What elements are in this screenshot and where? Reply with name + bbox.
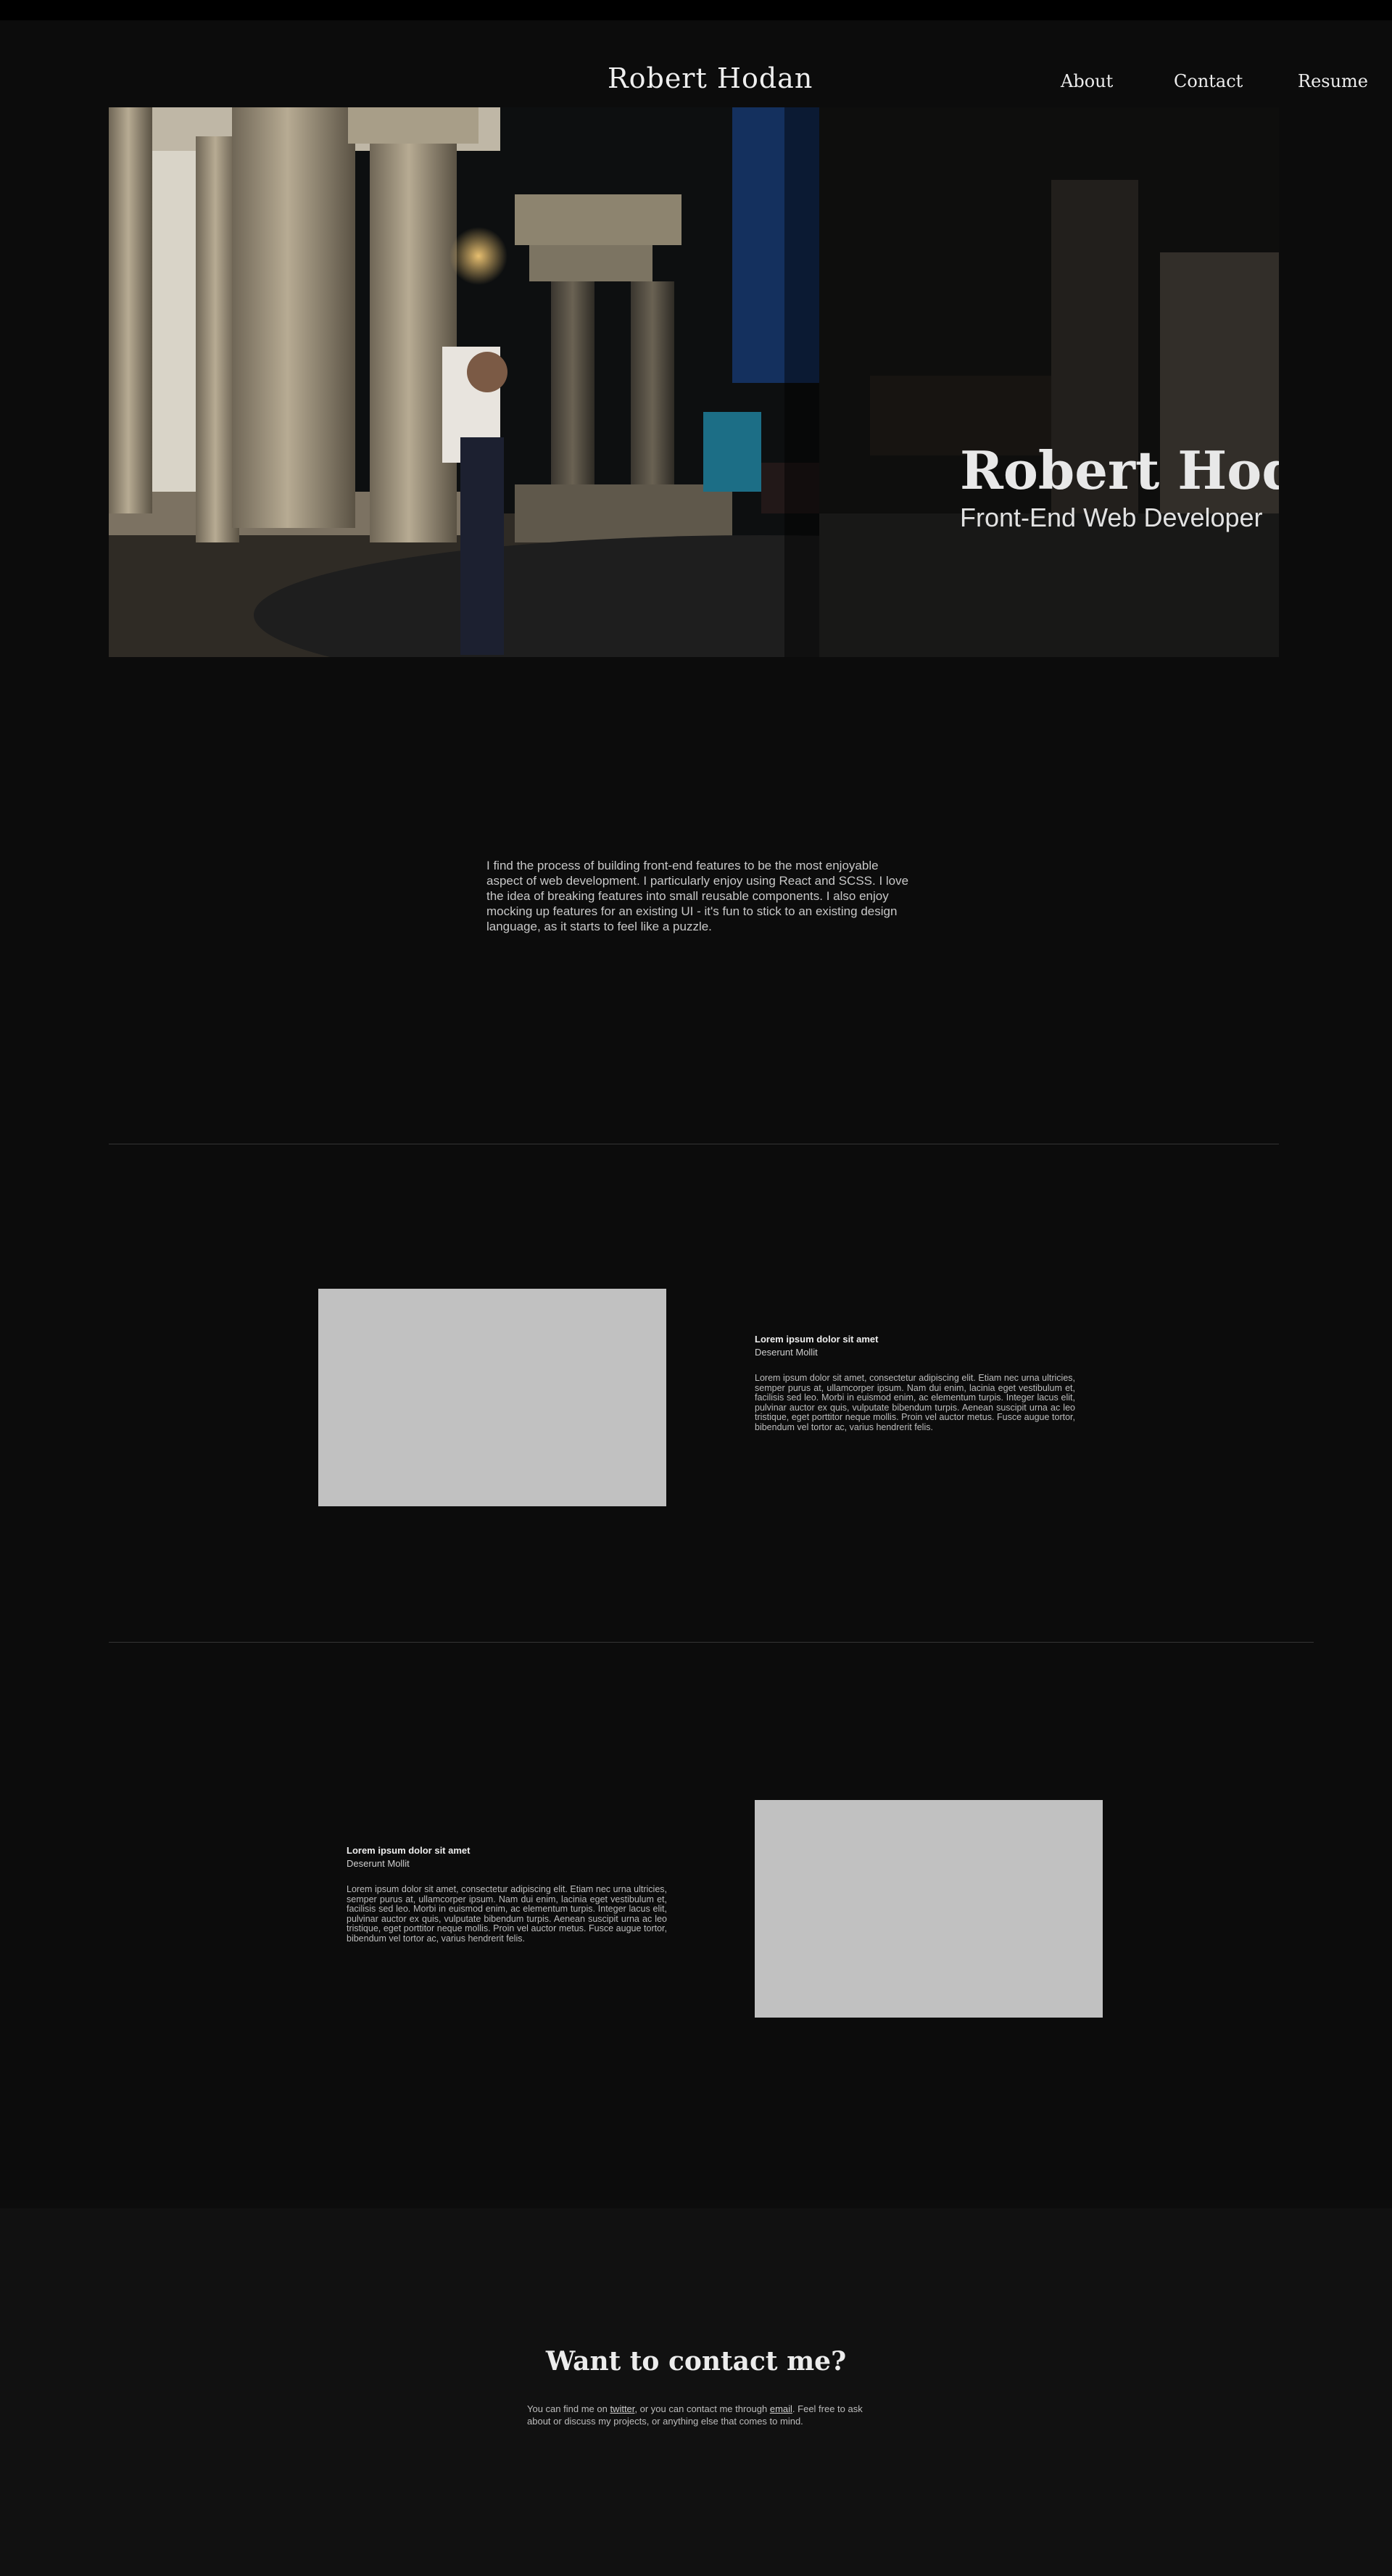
hero-banner: Robert Hodan Front-End Web Developer [109, 107, 1279, 657]
contact-section: Want to contact me? You can find me on t… [0, 2208, 1392, 2576]
project-description: Lorem ipsum dolor sit amet, consectetur … [755, 1373, 1075, 1432]
project-card: Lorem ipsum dolor sit amet Deserunt Moll… [347, 1844, 667, 1944]
section-divider [109, 1642, 1314, 1643]
project-subtitle: Deserunt Mollit [755, 1347, 818, 1358]
twitter-link[interactable]: twitter [610, 2403, 634, 2414]
contact-text: You can find me on twitter, or you can c… [527, 2403, 863, 2427]
site-header: Robert Hodan About Contact Resume [0, 20, 1392, 107]
top-bar [0, 0, 1392, 20]
hero-text-overlay [784, 107, 1279, 657]
contact-title: Want to contact me? [545, 2346, 847, 2377]
hero-subtitle: Front-End Web Developer [960, 503, 1263, 532]
site-brand[interactable]: Robert Hodan [608, 62, 813, 94]
nav-resume-link[interactable]: Resume [1298, 71, 1368, 91]
email-link[interactable]: email [770, 2403, 792, 2414]
nav-about-link[interactable]: About [1061, 71, 1113, 91]
project-title: Lorem ipsum dolor sit amet [347, 1845, 471, 1856]
project-title: Lorem ipsum dolor sit amet [755, 1334, 879, 1345]
project-description: Lorem ipsum dolor sit amet, consectetur … [347, 1884, 667, 1944]
about-intro: I find the process of building front-end… [486, 859, 909, 933]
nav-contact-link[interactable]: Contact [1174, 71, 1243, 91]
hero-title: Robert Hodan [960, 439, 1279, 501]
project-image-placeholder [318, 1289, 666, 1506]
project-subtitle: Deserunt Mollit [347, 1858, 410, 1869]
project-card: Lorem ipsum dolor sit amet Deserunt Moll… [755, 1333, 1075, 1433]
project-image-placeholder [755, 1800, 1103, 2018]
